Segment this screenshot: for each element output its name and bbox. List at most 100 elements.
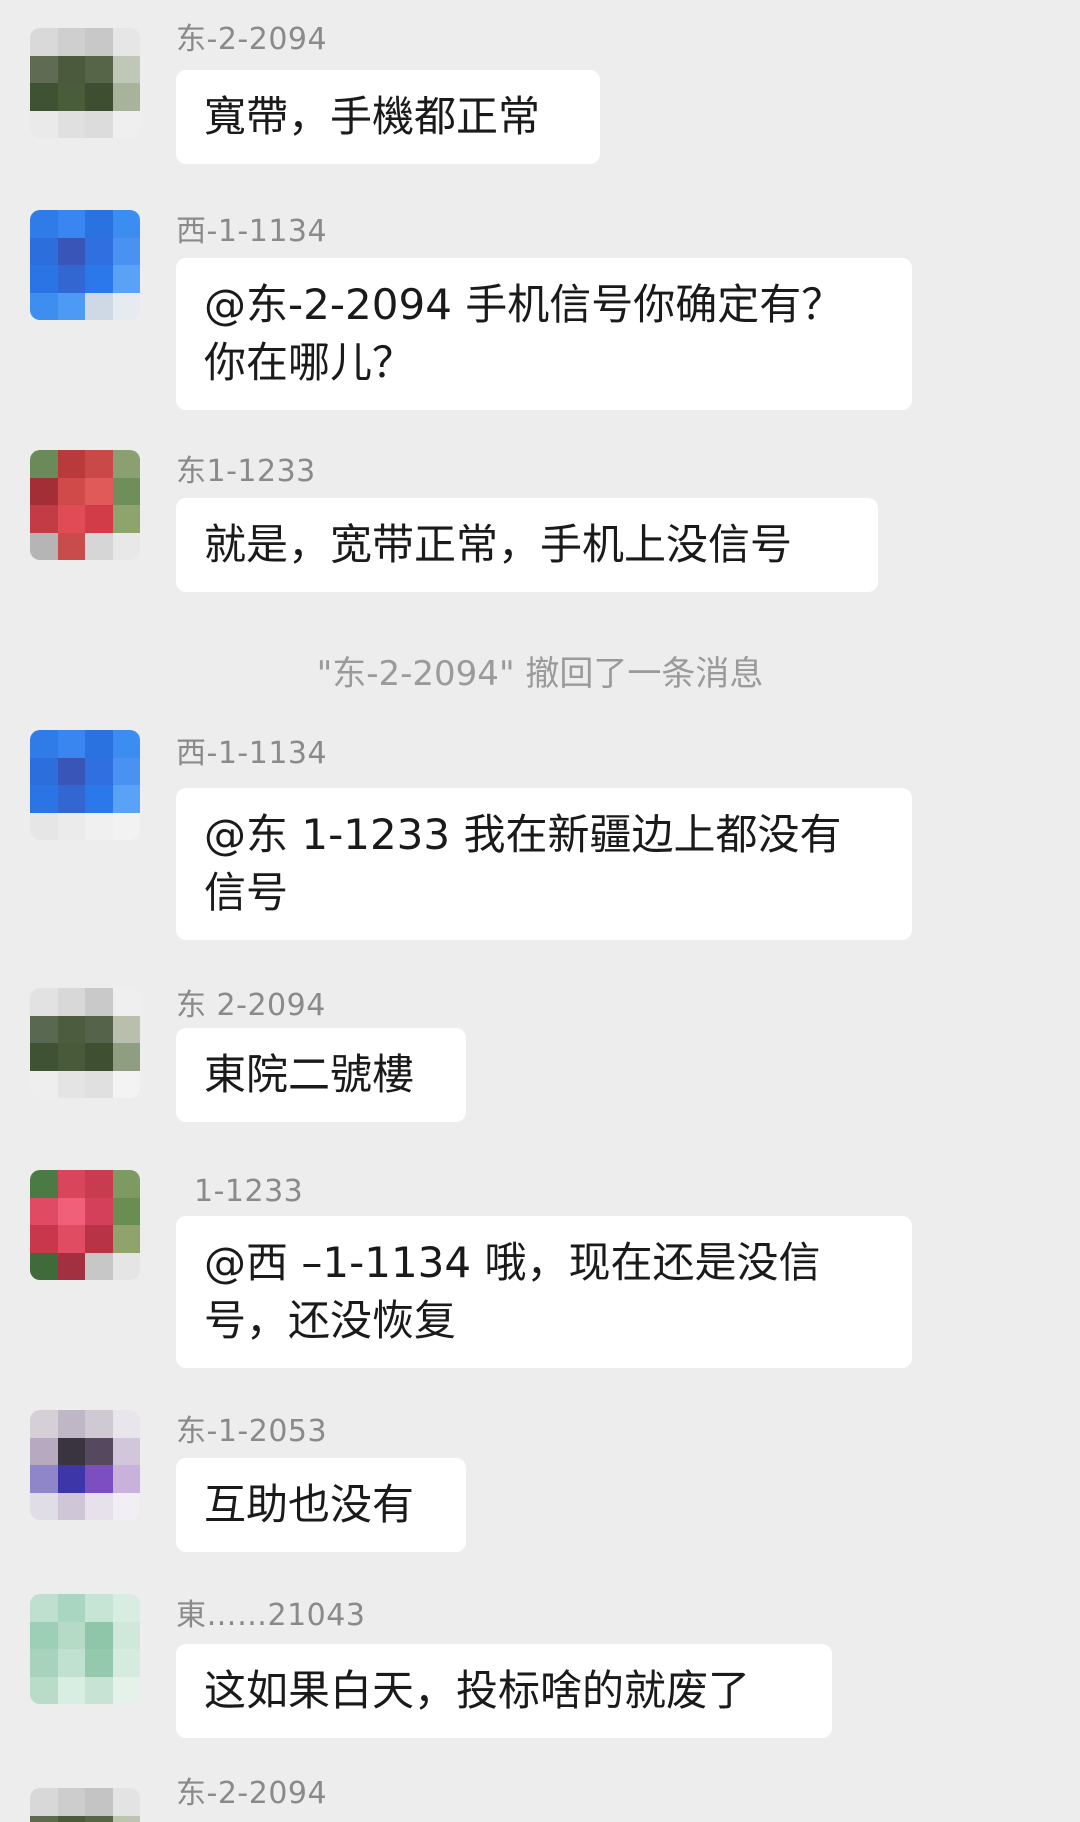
avatar-pixel bbox=[85, 505, 113, 533]
avatar-pixel bbox=[57, 1252, 85, 1280]
avatar-pixel bbox=[85, 1437, 113, 1465]
avatar-pixel bbox=[112, 1043, 140, 1071]
avatar-pixel bbox=[85, 1170, 113, 1198]
avatar-pixel bbox=[85, 1492, 113, 1520]
avatar-pixel bbox=[112, 1437, 140, 1465]
message-bubble[interactable]: 東院二號樓 bbox=[176, 1028, 466, 1122]
avatar-pixel bbox=[112, 1225, 140, 1253]
avatar-pixel bbox=[112, 450, 140, 478]
avatar-pixel bbox=[112, 785, 140, 813]
avatar-pixel bbox=[85, 292, 113, 320]
avatar-pixel bbox=[85, 1225, 113, 1253]
sender-name: 东 2-2094 bbox=[176, 988, 326, 1023]
avatar-pixel bbox=[112, 988, 140, 1016]
avatar-pixel bbox=[112, 1070, 140, 1098]
avatar-pixel bbox=[85, 210, 113, 238]
avatar-pixel bbox=[112, 532, 140, 560]
avatar-pixel bbox=[57, 812, 85, 840]
avatar-pixel bbox=[85, 1410, 113, 1438]
avatar-pixel bbox=[85, 812, 113, 840]
avatar-pixel bbox=[30, 110, 58, 138]
avatar-pixel bbox=[57, 210, 85, 238]
sender-name: 西-1-1134 bbox=[176, 214, 328, 249]
avatar-pixel bbox=[112, 1170, 140, 1198]
avatar-pixel bbox=[57, 1492, 85, 1520]
avatar-pixel bbox=[57, 83, 85, 111]
avatar-pixel bbox=[57, 785, 85, 813]
avatar-pixel bbox=[30, 1197, 58, 1225]
avatar[interactable] bbox=[30, 730, 140, 840]
avatar-pixel bbox=[57, 505, 85, 533]
avatar-pixel bbox=[30, 1225, 58, 1253]
avatar-pixel bbox=[57, 28, 85, 56]
message-bubble[interactable]: 就是，宽带正常，手机上没信号 bbox=[176, 498, 878, 592]
avatar-pixel bbox=[30, 1676, 58, 1704]
avatar-pixel bbox=[85, 1252, 113, 1280]
avatar-pixel bbox=[112, 292, 140, 320]
message-bubble[interactable]: 互助也没有 bbox=[176, 1458, 466, 1552]
avatar[interactable] bbox=[30, 1410, 140, 1520]
avatar-pixel bbox=[85, 1465, 113, 1493]
avatar[interactable] bbox=[30, 210, 140, 320]
avatar-pixel bbox=[57, 1676, 85, 1704]
avatar-pixel bbox=[30, 1170, 58, 1198]
sender-name: 1-1233 bbox=[194, 1174, 304, 1209]
avatar-pixel bbox=[30, 28, 58, 56]
avatar-pixel bbox=[30, 1252, 58, 1280]
avatar[interactable] bbox=[30, 1170, 140, 1280]
avatar[interactable] bbox=[30, 1594, 140, 1704]
sender-name: 東……21043 bbox=[176, 1598, 366, 1633]
avatar-pixel bbox=[112, 757, 140, 785]
avatar-pixel bbox=[30, 1788, 58, 1816]
avatar-pixel bbox=[30, 477, 58, 505]
avatar-pixel bbox=[85, 785, 113, 813]
avatar-pixel bbox=[85, 1197, 113, 1225]
avatar[interactable] bbox=[30, 28, 140, 138]
avatar[interactable] bbox=[30, 988, 140, 1098]
avatar-pixel bbox=[57, 1043, 85, 1071]
avatar-pixel bbox=[85, 477, 113, 505]
avatar-pixel bbox=[85, 237, 113, 265]
avatar-pixel bbox=[30, 237, 58, 265]
avatar-pixel bbox=[30, 210, 58, 238]
avatar-pixel bbox=[112, 1410, 140, 1438]
avatar-pixel bbox=[112, 1594, 140, 1622]
avatar[interactable] bbox=[30, 1788, 140, 1822]
message-bubble[interactable]: @西 –1-1134 哦，现在还是没信 号，还没恢复 bbox=[176, 1216, 912, 1368]
avatar-pixel bbox=[112, 110, 140, 138]
avatar-pixel bbox=[57, 450, 85, 478]
avatar-pixel bbox=[57, 988, 85, 1016]
avatar-pixel bbox=[57, 1225, 85, 1253]
avatar-pixel bbox=[57, 1197, 85, 1225]
chat-window: 东-2-2094 寬帶，手機都正常 西-1-1134 @东-2-2094 手机信… bbox=[0, 0, 1080, 1822]
avatar-pixel bbox=[57, 237, 85, 265]
message-bubble[interactable]: @东-2-2094 手机信号你确定有？ 你在哪儿？ bbox=[176, 258, 912, 410]
avatar-pixel bbox=[112, 812, 140, 840]
avatar-pixel bbox=[112, 1015, 140, 1043]
avatar-pixel bbox=[30, 450, 58, 478]
avatar-pixel bbox=[112, 505, 140, 533]
avatar-pixel bbox=[85, 730, 113, 758]
avatar-pixel bbox=[30, 1594, 58, 1622]
avatar[interactable] bbox=[30, 450, 140, 560]
message-bubble[interactable]: @东 1-1233 我在新疆边上都没有 信号 bbox=[176, 788, 912, 940]
avatar-pixel bbox=[57, 110, 85, 138]
avatar-pixel bbox=[30, 1815, 58, 1822]
avatar-pixel bbox=[112, 28, 140, 56]
avatar-pixel bbox=[85, 55, 113, 83]
avatar-pixel bbox=[30, 1437, 58, 1465]
recall-notice: "东-2-2094" 撤回了一条消息 bbox=[316, 654, 764, 694]
avatar-pixel bbox=[57, 477, 85, 505]
avatar-pixel bbox=[85, 1043, 113, 1071]
avatar-pixel bbox=[112, 1492, 140, 1520]
message-bubble[interactable]: 寬帶，手機都正常 bbox=[176, 70, 600, 164]
message-bubble[interactable]: 这如果白天，投标啥的就废了 bbox=[176, 1644, 832, 1738]
avatar-pixel bbox=[57, 292, 85, 320]
avatar-pixel bbox=[85, 1070, 113, 1098]
sender-name: 东-2-2094 bbox=[176, 1776, 328, 1811]
avatar-pixel bbox=[85, 1621, 113, 1649]
avatar-pixel bbox=[57, 730, 85, 758]
avatar-pixel bbox=[85, 28, 113, 56]
avatar-pixel bbox=[112, 1621, 140, 1649]
avatar-pixel bbox=[85, 265, 113, 293]
